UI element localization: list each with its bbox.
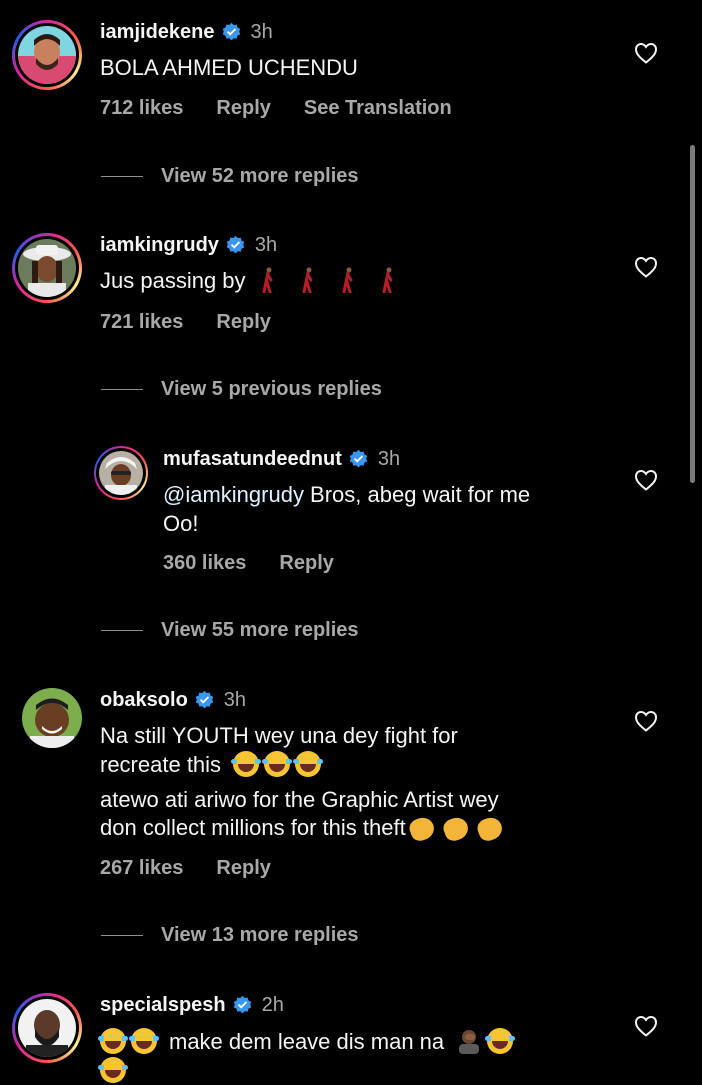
see-translation-button[interactable]: See Translation bbox=[304, 97, 452, 120]
verified-badge-icon bbox=[233, 995, 251, 1014]
laugh-emoji bbox=[98, 1057, 128, 1083]
avatar[interactable] bbox=[94, 446, 148, 500]
heart-icon[interactable] bbox=[634, 469, 658, 491]
verified-badge-icon bbox=[349, 449, 368, 468]
reply-button[interactable]: Reply bbox=[216, 311, 270, 334]
timestamp: 2h bbox=[261, 994, 284, 1016]
reply-button[interactable]: Reply bbox=[216, 857, 270, 880]
comment-text-line: atewo ati ariwo for the Graphic Artist w… bbox=[100, 787, 499, 812]
scrollbar[interactable] bbox=[690, 145, 695, 483]
laugh-emoji bbox=[231, 751, 262, 777]
comment-text-line: Oo! bbox=[163, 511, 199, 536]
comment-text-line: Na still YOUTH wey una dey fight for bbox=[100, 723, 458, 748]
laugh-emoji bbox=[293, 751, 324, 777]
verified-badge-icon bbox=[195, 690, 214, 709]
heart-icon[interactable] bbox=[634, 1015, 658, 1037]
comment-text-line: recreate this bbox=[100, 750, 326, 779]
comment-text-line: Jus passing by bbox=[100, 266, 416, 295]
person-walking-emoji bbox=[302, 267, 313, 293]
comment-text-line: @iamkingrudy Bros, abeg wait for me bbox=[163, 482, 531, 507]
verified-badge-icon bbox=[226, 235, 245, 254]
person-facepalming-emoji bbox=[459, 1030, 480, 1054]
heart-icon[interactable] bbox=[634, 256, 658, 278]
view-more-replies[interactable]: View 13 more replies bbox=[101, 924, 359, 947]
person-walking-emoji bbox=[382, 267, 393, 293]
reply-button[interactable]: Reply bbox=[216, 97, 270, 120]
likes-count[interactable]: 360 likes bbox=[163, 552, 246, 575]
comment-text-line bbox=[98, 1056, 131, 1085]
timestamp: 3h bbox=[377, 448, 401, 470]
username[interactable]: iamkingrudy bbox=[100, 234, 219, 257]
heart-icon[interactable] bbox=[634, 710, 658, 732]
likes-count[interactable]: 267 likes bbox=[100, 857, 183, 880]
timestamp: 3h bbox=[250, 21, 273, 43]
avatar[interactable] bbox=[12, 20, 82, 90]
comment-text-line: don collect millions for this theft bbox=[100, 813, 507, 844]
verified-badge-icon bbox=[222, 22, 240, 41]
clap-emoji bbox=[440, 814, 471, 844]
avatar[interactable] bbox=[12, 233, 82, 303]
username[interactable]: specialspesh bbox=[100, 994, 226, 1017]
comment-text: BOLA AHMED UCHENDU bbox=[100, 55, 358, 80]
laugh-emoji bbox=[262, 751, 293, 777]
person-walking-emoji bbox=[262, 267, 273, 293]
likes-count[interactable]: 721 likes bbox=[100, 311, 183, 334]
view-more-replies[interactable]: View 55 more replies bbox=[101, 619, 359, 642]
avatar[interactable] bbox=[12, 993, 82, 1063]
username[interactable]: iamjidekene bbox=[100, 21, 215, 44]
laugh-emoji bbox=[129, 1028, 159, 1054]
clap-emoji bbox=[406, 814, 437, 844]
username[interactable]: obaksolo bbox=[100, 689, 188, 712]
laugh-emoji bbox=[98, 1028, 128, 1054]
mention-link[interactable]: @iamkingrudy bbox=[163, 482, 304, 507]
reply-button[interactable]: Reply bbox=[279, 552, 333, 575]
avatar[interactable] bbox=[22, 688, 82, 748]
laugh-emoji bbox=[485, 1028, 516, 1054]
likes-count[interactable]: 712 likes bbox=[100, 97, 183, 120]
comment-text-line: make dem leave dis man na bbox=[98, 1027, 518, 1056]
timestamp: 3h bbox=[254, 234, 278, 256]
username[interactable]: mufasatundeednut bbox=[163, 448, 342, 471]
person-walking-emoji bbox=[342, 267, 353, 293]
timestamp: 3h bbox=[223, 689, 247, 711]
clap-emoji bbox=[474, 814, 505, 844]
heart-icon[interactable] bbox=[634, 42, 658, 64]
view-more-replies[interactable]: View 52 more replies bbox=[101, 165, 359, 188]
view-previous-replies[interactable]: View 5 previous replies bbox=[101, 378, 382, 401]
